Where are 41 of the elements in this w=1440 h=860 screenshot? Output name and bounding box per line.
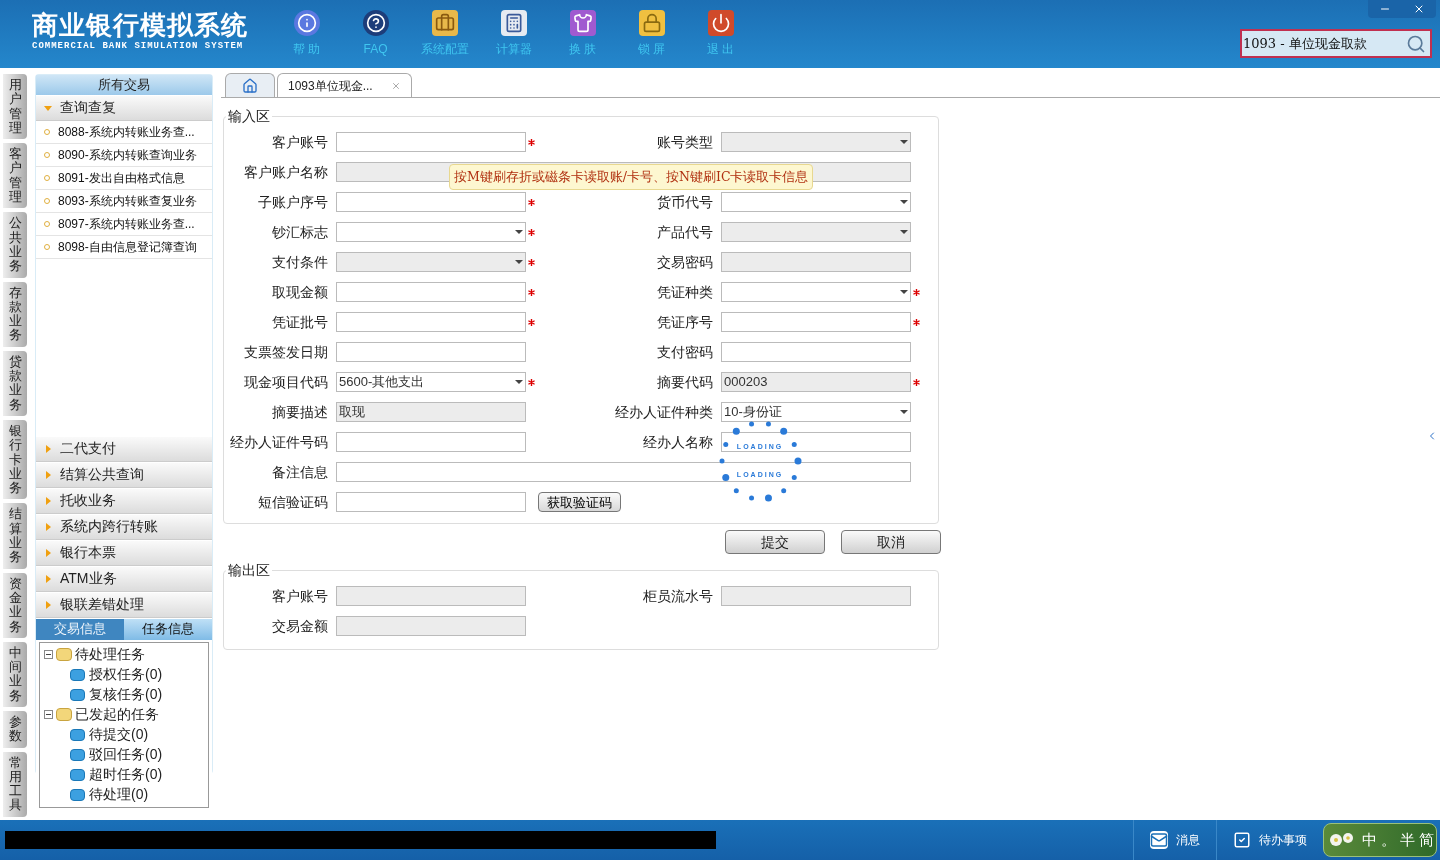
field-label: 凭证批号 xyxy=(271,312,329,332)
field-label: 钞汇标志 xyxy=(271,222,329,242)
field-label: 取现金额 xyxy=(271,282,329,302)
app-title: 商业银行模拟系统 xyxy=(32,10,249,40)
field-label: 经办人证件种类 xyxy=(614,402,714,422)
field-value: 000203 xyxy=(724,373,768,392)
sidebar-header: 所有交易 xyxy=(36,75,212,95)
field-label: 交易密码 xyxy=(656,252,714,272)
field-label: 客户账号 xyxy=(271,132,329,152)
section-title: 输出区 xyxy=(227,561,271,580)
field-label: 客户账号 xyxy=(271,586,329,606)
input-method-label: 中 xyxy=(1362,829,1377,851)
field-label: 支付条件 xyxy=(271,252,329,272)
field-value: 10-身份证 xyxy=(724,403,782,422)
field-label: 摘要代码 xyxy=(656,372,714,392)
field-label: 交易金额 xyxy=(271,616,329,636)
field-label: 子账户序号 xyxy=(257,192,329,212)
search-value: 1093 - 单位现金取款 xyxy=(1243,34,1367,53)
input-method-label: 简 xyxy=(1419,829,1434,851)
field-label: 经办人证件号码 xyxy=(229,432,329,452)
field-value: 5600-其他支出 xyxy=(339,373,425,392)
field-label: 凭证种类 xyxy=(656,282,714,302)
field-label: 现金项目代码 xyxy=(243,372,329,392)
field-label: 支票签发日期 xyxy=(243,342,329,362)
field-label: 账号类型 xyxy=(656,132,714,152)
field-label: 产品代号 xyxy=(656,222,714,242)
hint-tooltip: 按M键刷存折或磁条卡读取账/卡号、按N键刷IC卡读取卡信息 xyxy=(449,164,814,190)
field-label: 货币代号 xyxy=(656,192,714,212)
field-label: 柜员流水号 xyxy=(642,586,714,606)
field-label: 凭证序号 xyxy=(656,312,714,332)
field-value: 取现 xyxy=(339,403,365,422)
input-method-label: 。 xyxy=(1381,829,1396,851)
field-label: 客户账户名称 xyxy=(243,162,329,182)
field-label: 短信验证码 xyxy=(257,492,329,512)
app-subtitle: COMMERCIAL BANK SIMULATION SYSTEM xyxy=(32,40,245,53)
field-label: 经办人名称 xyxy=(642,432,714,452)
field-label: 摘要描述 xyxy=(271,402,329,422)
field-label: 备注信息 xyxy=(271,462,329,482)
field-label: 支付密码 xyxy=(656,342,714,362)
section-title: 输入区 xyxy=(227,107,271,126)
input-method-label: 半 xyxy=(1400,829,1415,851)
